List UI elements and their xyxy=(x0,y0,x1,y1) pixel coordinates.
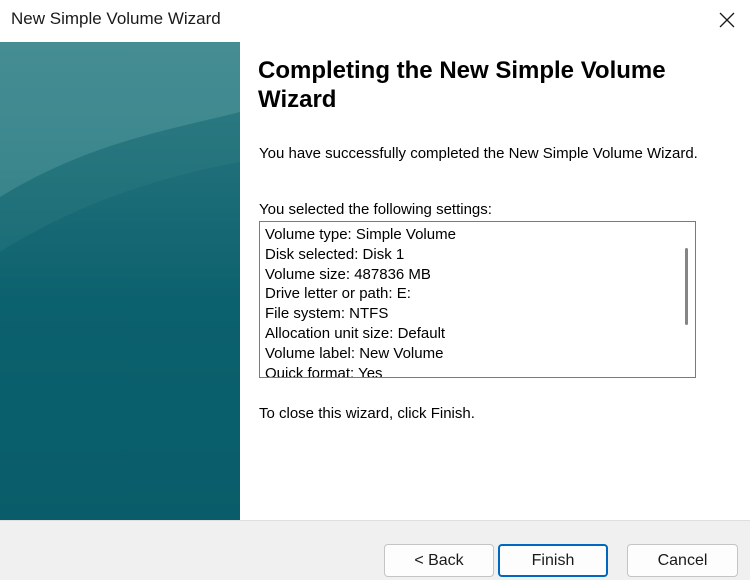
settings-summary-box[interactable]: Volume type: Simple Volume Disk selected… xyxy=(259,221,696,378)
close-icon xyxy=(719,12,735,28)
cancel-button[interactable]: Cancel xyxy=(627,544,738,577)
setting-line: Disk selected: Disk 1 xyxy=(265,245,405,263)
banner-wave-graphic xyxy=(0,42,240,520)
wizard-side-banner xyxy=(0,42,240,520)
setting-line: Volume size: 487836 MB xyxy=(265,265,431,283)
setting-line: File system: NTFS xyxy=(265,305,389,323)
settings-label: You selected the following settings: xyxy=(259,201,492,218)
setting-line: Volume label: New Volume xyxy=(265,344,444,362)
closing-text: To close this wizard, click Finish. xyxy=(259,405,475,422)
title-bar: New Simple Volume Wizard xyxy=(0,0,750,40)
settings-list: Volume type: Simple Volume Disk selected… xyxy=(265,225,670,378)
setting-line: Quick format: Yes xyxy=(265,364,383,378)
setting-line: Volume type: Simple Volume xyxy=(265,226,456,243)
wizard-content: Completing the New Simple Volume Wizard … xyxy=(240,42,750,520)
setting-line: Allocation unit size: Default xyxy=(265,324,446,342)
close-button[interactable] xyxy=(704,0,750,40)
back-button[interactable]: < Back xyxy=(384,544,494,577)
window-title: New Simple Volume Wizard xyxy=(11,9,221,28)
intro-text: You have successfully completed the New … xyxy=(259,145,698,162)
settings-scrollbar[interactable] xyxy=(679,222,695,377)
wizard-window: New Simple Volume Wizard Completing the … xyxy=(0,0,750,580)
finish-button[interactable]: Finish xyxy=(498,544,608,577)
button-bar: < Back Finish Cancel xyxy=(0,520,750,580)
setting-line: Drive letter or path: E: xyxy=(265,285,411,303)
scrollbar-thumb[interactable] xyxy=(685,248,688,325)
page-title: Completing the New Simple Volume Wizard xyxy=(258,57,666,113)
